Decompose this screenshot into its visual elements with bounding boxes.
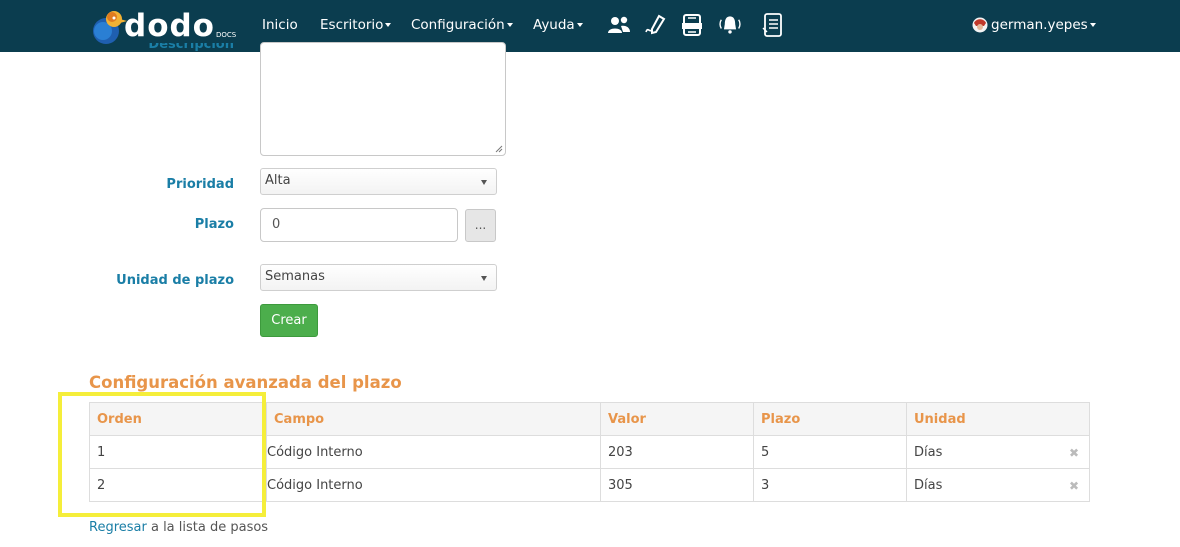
cell-valor: 305 — [600, 468, 754, 502]
document-list-icon[interactable] — [760, 12, 786, 38]
header-valor[interactable]: Valor — [600, 402, 754, 436]
user-avatar-icon — [972, 17, 988, 33]
prioridad-label: Prioridad — [166, 177, 234, 192]
nav-inicio-label: Inicio — [262, 17, 298, 33]
highlight-box — [58, 392, 266, 517]
cell-campo: Código Interno — [266, 468, 601, 502]
descripcion-label: Descripción — [148, 43, 234, 52]
crear-button[interactable]: Crear — [260, 304, 318, 337]
back-navigation: Regresar a la lista de pasos — [89, 520, 268, 535]
bell-icon[interactable] — [717, 12, 743, 38]
plazo-options-button[interactable]: ... — [465, 209, 496, 242]
dropdown-arrow-icon — [481, 180, 487, 185]
resize-grip-icon[interactable] — [495, 145, 503, 153]
nav-ayuda[interactable]: Ayuda — [533, 0, 583, 52]
unidad-plazo-label: Unidad de plazo — [116, 273, 234, 288]
section-title: Configuración avanzada del plazo — [89, 373, 402, 392]
dropdown-arrow-icon — [481, 276, 487, 281]
remove-row-icon[interactable]: ✖ — [1069, 446, 1079, 460]
unidad-value: Días — [914, 477, 943, 493]
unidad-select-value: Semanas — [265, 269, 325, 284]
back-rest-text: a la lista de pasos — [146, 520, 269, 535]
logo-subtext: DOCS — [216, 31, 237, 39]
unidad-value: Días — [914, 444, 943, 460]
dodo-logo[interactable]: dodo DOCS — [90, 7, 238, 47]
cell-unidad: Días ✖ — [906, 435, 1090, 469]
logo-text: dodo — [124, 8, 215, 44]
cell-valor: 203 — [600, 435, 754, 469]
unidad-plazo-select[interactable]: Semanas — [260, 264, 497, 291]
header-unidad[interactable]: Unidad — [906, 402, 1090, 436]
spreadsheet-icon[interactable] — [679, 12, 705, 38]
cell-campo: Código Interno — [266, 435, 601, 469]
user-menu[interactable]: german.yepes — [972, 0, 1096, 52]
cell-unidad: Días ✖ — [906, 468, 1090, 502]
caret-down-icon — [576, 23, 583, 27]
header-campo[interactable]: Campo — [266, 402, 601, 436]
users-icon[interactable] — [606, 12, 632, 38]
remove-row-icon[interactable]: ✖ — [1069, 479, 1079, 493]
caret-down-icon — [385, 23, 392, 27]
prioridad-select[interactable]: Alta — [260, 168, 497, 195]
plazo-input[interactable]: 0 — [260, 208, 458, 242]
caret-down-icon — [1089, 23, 1096, 27]
caret-down-icon — [506, 23, 513, 27]
nav-ayuda-label: Ayuda — [533, 17, 575, 33]
signature-pen-icon[interactable] — [643, 12, 669, 38]
user-name: german.yepes — [991, 17, 1088, 33]
nav-configuracion-label: Configuración — [411, 17, 505, 33]
header-plazo[interactable]: Plazo — [753, 402, 907, 436]
regresar-link[interactable]: Regresar — [89, 520, 147, 535]
prioridad-select-value: Alta — [265, 173, 291, 188]
descripcion-textarea[interactable] — [260, 42, 506, 156]
cell-plazo: 3 — [753, 468, 907, 502]
nav-escritorio-label: Escritorio — [320, 17, 384, 33]
plazo-label: Plazo — [194, 217, 234, 232]
cell-plazo: 5 — [753, 435, 907, 469]
